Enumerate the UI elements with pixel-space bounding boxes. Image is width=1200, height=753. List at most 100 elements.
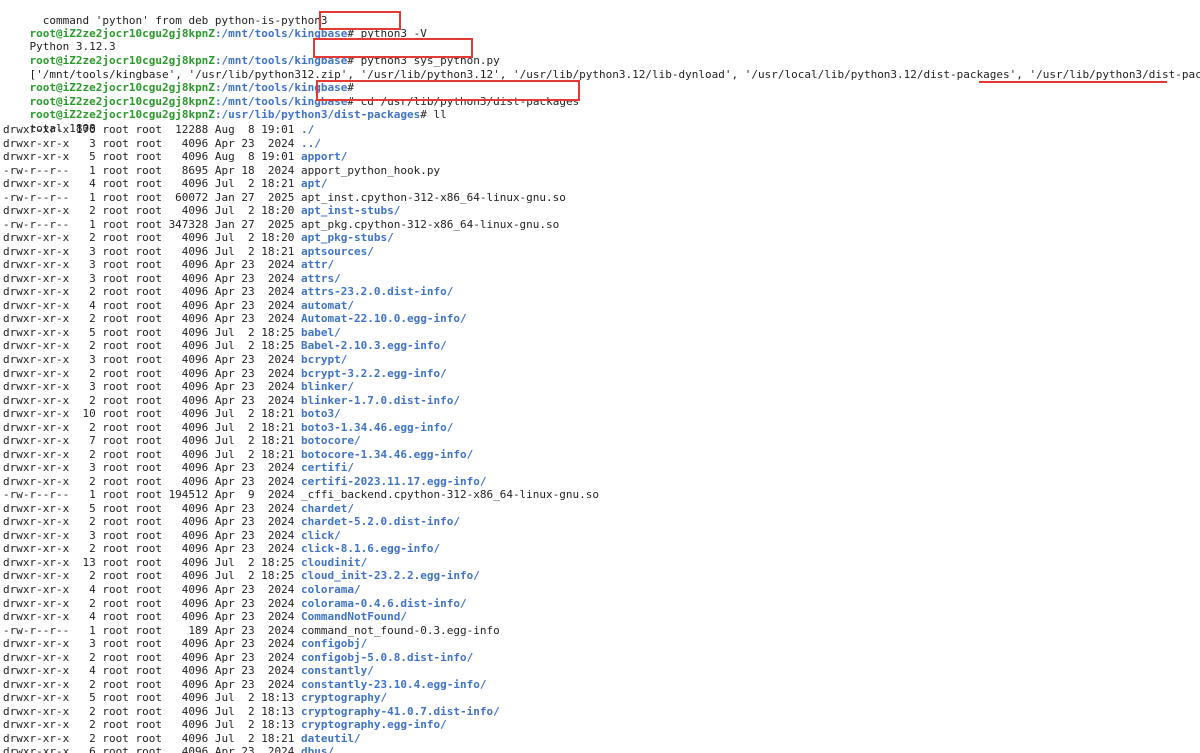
listing-row-meta: drwxr-xr-x 3 root root 4096 Jul 2 18:21 <box>3 245 302 258</box>
listing-row: drwxr-xr-x 3 root root 4096 Apr 23 2024 … <box>3 353 347 366</box>
listing-dir-name: ../ <box>301 137 321 150</box>
listing-row: drwxr-xr-x 3 root root 4096 Apr 23 2024 … <box>3 529 341 542</box>
listing-dir-name: ./ <box>301 123 315 136</box>
listing-dir-name: certifi-2023.11.17.egg-info/ <box>301 475 487 488</box>
listing-row-meta: drwxr-xr-x 2 root root 4096 Jul 2 18:20 <box>3 231 302 244</box>
listing-dir-name: blinker/ <box>301 380 354 393</box>
terminal-output-line: Python 3.12.3 <box>3 27 116 53</box>
listing-row-meta: drwxr-xr-x 2 root root 4096 Jul 2 18:21 <box>3 421 302 434</box>
listing-row: drwxr-xr-x 2 root root 4096 Jul 2 18:21 … <box>3 448 473 461</box>
listing-row: drwxr-xr-x 10 root root 4096 Jul 2 18:21… <box>3 407 341 420</box>
listing-row: drwxr-xr-x 3 root root 4096 Apr 23 2024 … <box>3 380 354 393</box>
listing-row: drwxr-xr-x 2 root root 4096 Apr 23 2024 … <box>3 394 460 407</box>
listing-row-meta: drwxr-xr-x 4 root root 4096 Apr 23 2024 <box>3 610 302 623</box>
listing-row-meta: drwxr-xr-x 3 root root 4096 Apr 23 2024 <box>3 529 302 542</box>
listing-row-meta: drwxr-xr-x 2 root root 4096 Apr 23 2024 <box>3 285 302 298</box>
listing-row: drwxr-xr-x 3 root root 4096 Apr 23 2024 … <box>3 258 334 271</box>
listing-dir-name: CommandNotFound/ <box>301 610 407 623</box>
listing-file-name: _cffi_backend.cpython-312-x86_64-linux-g… <box>301 488 600 501</box>
listing-row-meta: drwxr-xr-x 2 root root 4096 Apr 23 2024 <box>3 312 302 325</box>
listing-row: drwxr-xr-x 4 root root 4096 Jul 2 18:21 … <box>3 177 328 190</box>
listing-dir-name: dateutil/ <box>301 732 361 745</box>
listing-dir-name: boto3-1.34.46.egg-info/ <box>301 421 454 434</box>
listing-row-meta: -rw-r--r-- 1 root root 8695 Apr 18 2024 <box>3 164 302 177</box>
listing-dir-name: bcrypt/ <box>301 353 348 366</box>
listing-row-meta: drwxr-xr-x 5 root root 4096 Jul 2 18:13 <box>3 691 302 704</box>
listing-row: drwxr-xr-x 3 root root 4096 Apr 23 2024 … <box>3 137 321 150</box>
listing-row: drwxr-xr-x 2 root root 4096 Apr 23 2024 … <box>3 367 447 380</box>
listing-row-meta: -rw-r--r-- 1 root root 189 Apr 23 2024 <box>3 624 302 637</box>
highlight-underline <box>979 81 1167 83</box>
prompt-line: root@iZ2ze2jocr10cgu2gj8kpnZ:/mnt/tools/… <box>3 14 427 40</box>
prompt-line: root@iZ2ze2jocr10cgu2gj8kpnZ:/mnt/tools/… <box>3 68 355 94</box>
listing-row: drwxr-xr-x 2 root root 4096 Jul 2 18:25 … <box>3 339 447 352</box>
listing-dir-name: chardet-5.2.0.dist-info/ <box>301 515 460 528</box>
listing-row: drwxr-xr-x 6 root root 4096 Apr 23 2024 … <box>3 745 334 753</box>
terminal-window[interactable]: command 'python' from deb python-is-pyth… <box>0 0 1200 753</box>
listing-row-meta: drwxr-xr-x 2 root root 4096 Jul 2 18:21 <box>3 732 302 745</box>
listing-row: -rw-r--r-- 1 root root 194512 Apr 9 2024… <box>3 488 599 501</box>
listing-dir-name: attrs/ <box>301 272 341 285</box>
listing-row: -rw-r--r-- 1 root root 8695 Apr 18 2024 … <box>3 164 440 177</box>
listing-dir-name: botocore-1.34.46.egg-info/ <box>301 448 474 461</box>
listing-row: drwxr-xr-x 2 root root 4096 Jul 2 18:20 … <box>3 204 400 217</box>
listing-row-meta: drwxr-xr-x 4 root root 4096 Jul 2 18:21 <box>3 177 302 190</box>
listing-row: drwxr-xr-x 2 root root 4096 Apr 23 2024 … <box>3 678 486 691</box>
listing-row-meta: drwxr-xr-x 5 root root 4096 Aug 8 19:01 <box>3 150 302 163</box>
listing-row-meta: drwxr-xr-x 2 root root 4096 Apr 23 2024 <box>3 367 302 380</box>
listing-row: drwxr-xr-x 3 root root 4096 Apr 23 2024 … <box>3 461 354 474</box>
listing-row: drwxr-xr-x 5 root root 4096 Jul 2 18:25 … <box>3 326 341 339</box>
terminal-output-line: total 1808 <box>3 109 96 135</box>
listing-file-name: apt_pkg.cpython-312-x86_64-linux-gnu.so <box>301 218 560 231</box>
listing-row-meta: drwxr-xr-x 3 root root 4096 Apr 23 2024 <box>3 272 302 285</box>
prompt-line: root@iZ2ze2jocr10cgu2gj8kpnZ:/usr/lib/py… <box>3 95 447 121</box>
listing-dir-name: cloudinit/ <box>301 556 368 569</box>
listing-dir-name: click-8.1.6.egg-info/ <box>301 542 441 555</box>
listing-row: drwxr-xr-x 13 root root 4096 Jul 2 18:25… <box>3 556 367 569</box>
listing-row: drwxr-xr-x 2 root root 4096 Jul 2 18:21 … <box>3 732 361 745</box>
listing-row: drwxr-xr-x 4 root root 4096 Apr 23 2024 … <box>3 583 361 596</box>
command-text: python3 -V <box>354 27 427 40</box>
listing-row-meta: drwxr-xr-x 2 root root 4096 Apr 23 2024 <box>3 678 302 691</box>
listing-row: -rw-r--r-- 1 root root 189 Apr 23 2024 c… <box>3 624 500 637</box>
listing-row: drwxr-xr-x 5 root root 4096 Aug 8 19:01 … <box>3 150 347 163</box>
listing-row: drwxr-xr-x 2 root root 4096 Jul 2 18:20 … <box>3 231 394 244</box>
prompt-line: root@iZ2ze2jocr10cgu2gj8kpnZ:/mnt/tools/… <box>3 82 580 108</box>
listing-row-meta: drwxr-xr-x 6 root root 4096 Apr 23 2024 <box>3 745 302 753</box>
listing-row: drwxr-xr-x 2 root root 4096 Apr 23 2024 … <box>3 312 467 325</box>
listing-dir-name: apt_inst-stubs/ <box>301 204 401 217</box>
listing-row: drwxr-xr-x 2 root root 4096 Apr 23 2024 … <box>3 285 453 298</box>
listing-dir-name: apport/ <box>301 150 348 163</box>
listing-row: drwxr-xr-x 3 root root 4096 Apr 23 2024 … <box>3 637 367 650</box>
listing-row: drwxr-xr-x 5 root root 4096 Jul 2 18:13 … <box>3 691 387 704</box>
listing-row: drwxr-xr-x 3 root root 4096 Apr 23 2024 … <box>3 272 341 285</box>
listing-row-meta: drwxr-xr-x 2 root root 4096 Apr 23 2024 <box>3 475 302 488</box>
listing-row-meta: drwxr-xr-x 2 root root 4096 Apr 23 2024 <box>3 515 302 528</box>
listing-row: drwxr-xr-x 170 root root 12288 Aug 8 19:… <box>3 123 314 136</box>
listing-row: drwxr-xr-x 7 root root 4096 Jul 2 18:21 … <box>3 434 361 447</box>
listing-row-meta: drwxr-xr-x 4 root root 4096 Apr 23 2024 <box>3 583 302 596</box>
listing-row: drwxr-xr-x 2 root root 4096 Jul 2 18:13 … <box>3 705 500 718</box>
prompt-symbol: # <box>420 108 427 121</box>
listing-row-meta: drwxr-xr-x 13 root root 4096 Jul 2 18:25 <box>3 556 302 569</box>
listing-row-meta: drwxr-xr-x 4 root root 4096 Apr 23 2024 <box>3 299 302 312</box>
listing-row-meta: drwxr-xr-x 2 root root 4096 Jul 2 18:20 <box>3 204 302 217</box>
listing-dir-name: attrs-23.2.0.dist-info/ <box>301 285 454 298</box>
listing-dir-name: cryptography/ <box>301 691 388 704</box>
listing-dir-name: cloud_init-23.2.2.egg-info/ <box>301 569 480 582</box>
listing-dir-name: apt/ <box>301 177 328 190</box>
terminal-output-line: ['/mnt/tools/kingbase', '/usr/lib/python… <box>3 55 1200 81</box>
listing-dir-name: colorama/ <box>301 583 361 596</box>
listing-row-meta: drwxr-xr-x 2 root root 4096 Apr 23 2024 <box>3 597 302 610</box>
listing-row: drwxr-xr-x 2 root root 4096 Apr 23 2024 … <box>3 475 486 488</box>
listing-row-meta: drwxr-xr-x 3 root root 4096 Apr 23 2024 <box>3 637 302 650</box>
listing-row: drwxr-xr-x 2 root root 4096 Jul 2 18:13 … <box>3 718 447 731</box>
listing-row-meta: drwxr-xr-x 3 root root 4096 Apr 23 2024 <box>3 380 302 393</box>
listing-row-meta: drwxr-xr-x 2 root root 4096 Jul 2 18:13 <box>3 718 302 731</box>
listing-row: -rw-r--r-- 1 root root 347328 Jan 27 202… <box>3 218 559 231</box>
listing-row: drwxr-xr-x 2 root root 4096 Jul 2 18:21 … <box>3 421 453 434</box>
listing-row-meta: drwxr-xr-x 3 root root 4096 Apr 23 2024 <box>3 137 302 150</box>
listing-row: -rw-r--r-- 1 root root 60072 Jan 27 2025… <box>3 191 566 204</box>
listing-dir-name: cryptography-41.0.7.dist-info/ <box>301 705 500 718</box>
listing-row-meta: -rw-r--r-- 1 root root 347328 Jan 27 202… <box>3 218 302 231</box>
